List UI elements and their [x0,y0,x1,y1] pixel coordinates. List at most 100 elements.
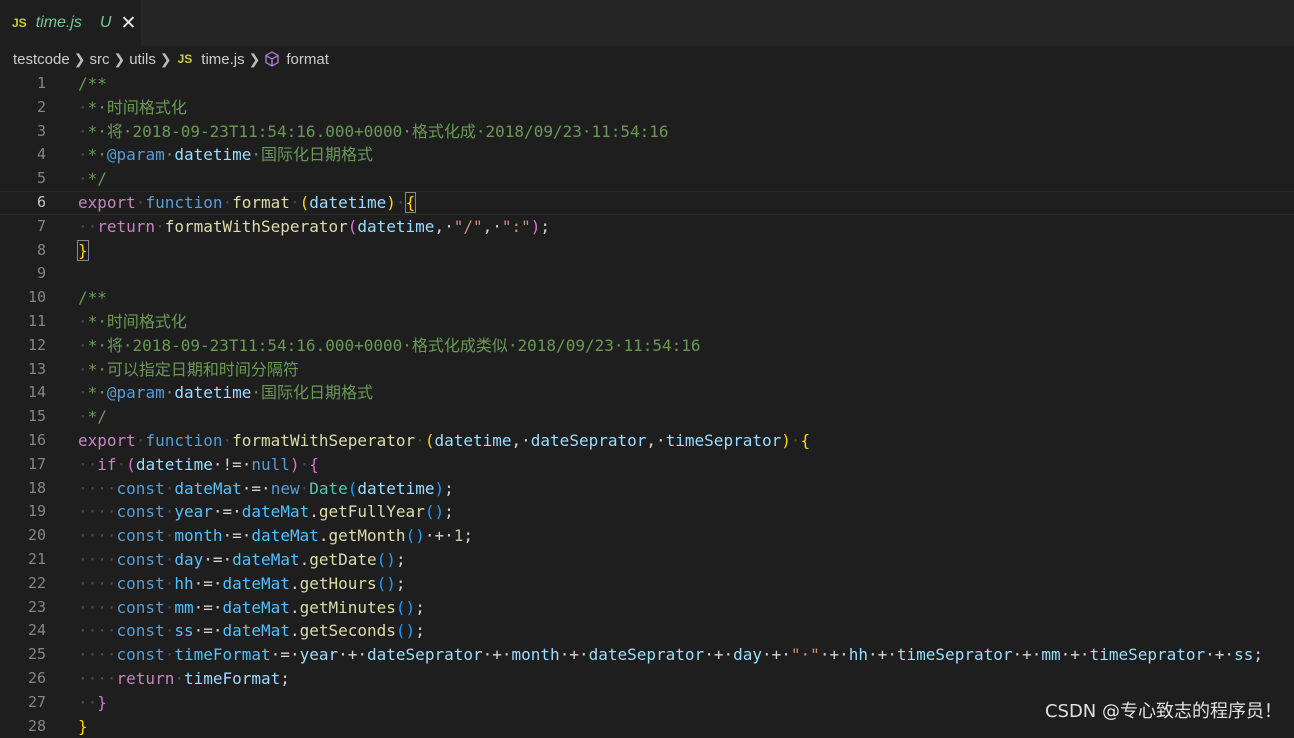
code-token: ···· [78,668,117,688]
code-text: ····const·ss·=·dateMat.getSeconds(); [78,619,425,643]
code-token: ·=· [193,597,223,617]
code-text: export·function·formatWithSeperator·(dat… [78,429,810,453]
code-token: · [135,430,146,450]
line-number: 24 [27,621,46,640]
code-line[interactable]: 24 ····const·ss·=·dateMat.getSeconds(); [0,619,1294,643]
code-line[interactable]: 10 /** [0,286,1294,310]
code-line[interactable]: 8} [0,239,1294,263]
code-token: ···· [78,549,117,569]
code-token: ) [289,454,300,474]
code-token: · [164,573,175,593]
line-number: 17 [27,454,46,473]
code-line[interactable]: 25 ····const·timeFormat·=·year·+·dateSepr… [0,643,1294,667]
code-line[interactable]: 15 ·*/ [0,405,1294,429]
code-token: ,· [646,430,666,450]
code-line[interactable]: 1 /** [0,72,1294,96]
code-line[interactable]: 23 ····const·mm·=·dateMat.getMinutes(); [0,596,1294,620]
code-token: ·=· [241,478,271,498]
code-text: ····const·mm·=·dateMat.getMinutes(); [78,596,425,620]
code-token: ·· [78,692,98,712]
code-token: const [116,597,165,617]
breadcrumb-item-src[interactable]: src [89,51,109,68]
code-token: · [299,454,310,474]
code-line[interactable]: 6 export·function·format·(datetime)·{ [0,190,1294,215]
code-line[interactable]: 5 ·*/ [0,167,1294,191]
untracked-status-badge: U [99,14,112,31]
code-token: day [733,645,762,665]
code-token: () [376,573,396,593]
close-icon[interactable]: ✕ [120,14,136,33]
breadcrumb-item-format[interactable]: format [286,51,329,68]
line-number: 27 [27,692,46,711]
code-line[interactable]: 21 ····const·day·=·dateMat.getDate(); [0,548,1294,572]
code-token: · [78,383,88,403]
code-line[interactable]: 26 ····return·timeFormat; [0,667,1294,691]
code-token: ·· [78,454,98,474]
code-token: ·+· [482,645,512,665]
code-token: dateMat [222,597,290,617]
breadcrumb-item-file[interactable]: time.js [201,51,244,68]
code-line[interactable]: 17 ··if·(datetime·!=·null)·{ [0,453,1294,477]
code-line[interactable]: 2 ·*·时间格式化 [0,96,1294,120]
code-text: ·*/ [78,405,107,429]
code-text: /** [78,72,107,96]
code-line[interactable]: 7 ··return·formatWithSeperator(datetime,·… [0,215,1294,239]
code-editor[interactable]: 1/** 2 ·*·时间格式化 3 ·*·将·2018-09-23T11:54:16.0… [0,72,1294,738]
code-token: dateMat [174,478,242,498]
code-token: *·时间格式化 [87,97,187,117]
code-token: year [174,502,213,522]
code-token: Date [309,478,348,498]
code-token: } [77,239,89,261]
code-line[interactable]: 18 ····const·dateMat·=·new·Date(datetime)… [0,477,1294,501]
breadcrumb-item-utils[interactable]: utils [129,51,156,68]
code-token: timeFormat [183,668,281,688]
code-line[interactable]: 19 ····const·year·=·dateMat.getFullYear()… [0,500,1294,524]
code-text: ····const·month·=·dateMat.getMonth()·+·1… [78,524,473,548]
code-token: · [164,597,175,617]
code-token: · [78,145,88,165]
code-line[interactable]: 13 ·*·可以指定日期和时间分隔符 [0,358,1294,382]
code-token: function [145,430,223,450]
code-token: { [800,430,811,450]
code-token: ···· [78,502,117,522]
code-token: ( [424,430,435,450]
code-text: ·*·时间格式化 [78,310,187,334]
code-token: . [289,597,300,617]
code-line[interactable]: 14 ·*·@param·datetime·国际化日期格式 [0,381,1294,405]
code-token: timeSeprator [896,645,1013,665]
code-token: format [232,192,290,212]
code-token: timeSeprator [665,430,782,450]
code-token: getMonth [328,526,406,546]
tab-time-js[interactable]: JS time.js U ✕ [0,0,141,46]
code-token: () [395,597,416,617]
code-line[interactable]: 4 ·*·@param·datetime·国际化日期格式 [0,143,1294,167]
line-number: 20 [27,526,46,545]
code-line[interactable]: 12 ·*·将·2018-09-23T11:54:16.000+0000·格式化成… [0,334,1294,358]
code-line[interactable]: 3 ·*·将·2018-09-23T11:54:16.000+0000·格式化成·… [0,120,1294,144]
code-text: ·*·将·2018-09-23T11:54:16.000+0000·格式化成·2… [78,120,669,144]
code-token: · [415,430,425,450]
code-token: ; [395,573,406,593]
line-number: 7 [36,216,46,235]
code-token: · [790,430,801,450]
line-number: 23 [27,597,46,616]
code-token: ( [347,478,358,498]
code-token: ( [347,216,358,236]
code-token: ,· [511,430,531,450]
code-token: timeFormat [174,645,271,665]
code-token: mm [174,597,194,617]
code-line[interactable]: 9 [0,262,1294,286]
code-line[interactable]: 11 ·*·时间格式化 [0,310,1294,334]
code-token: ···· [78,645,117,665]
code-token: return [116,668,175,688]
code-line[interactable]: 16 export·function·formatWithSeperator·(d… [0,429,1294,453]
breadcrumb-item-testcode[interactable]: testcode [13,51,70,68]
code-token: day [174,549,204,569]
code-token: dateSeprator [367,645,483,665]
code-line[interactable]: 22 ····const·hh·=·dateMat.getHours(); [0,572,1294,596]
code-line[interactable]: 20 ····const·month·=·dateMat.getMonth()·+… [0,524,1294,548]
code-token: dateMat [241,502,310,522]
code-token: ) [530,216,541,236]
code-text: ·*·时间格式化 [78,96,187,120]
code-token: · [164,526,175,546]
